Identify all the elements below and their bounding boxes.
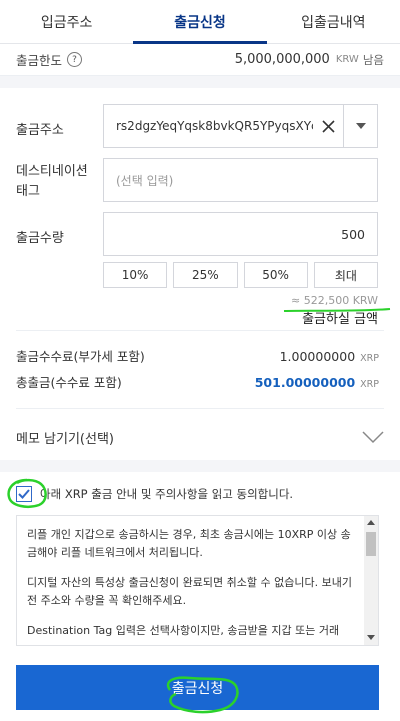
green-scribble-mark — [166, 676, 239, 714]
max-button[interactable]: 최대 — [313, 262, 378, 288]
memo-label: 메모 남기기(선택) — [16, 431, 114, 447]
total-label: 총출금(수수료 포함) — [16, 375, 122, 390]
scroll-down-icon[interactable] — [367, 635, 375, 640]
agree-row: 아래 XRP 출금 안내 및 주의사항을 읽고 동의합니다. — [16, 486, 293, 502]
fee-value: 1.00000000 — [279, 349, 356, 364]
destination-tag-label: 데스티네이션 태그 — [16, 164, 88, 199]
notice-paragraph: 디지털 자산의 특성상 출금신청이 완료되면 취소할 수 없습니다. 보내기 전… — [27, 576, 352, 607]
amount-label: 출금수량 — [16, 231, 64, 246]
limit-label: 출금한도 — [16, 53, 63, 68]
total-row: 총출금(수수료 포함) 501.00000000 XRP — [16, 372, 379, 391]
address-label: 출금주소 — [16, 123, 64, 138]
destination-tag-input[interactable]: (선택 입력) — [103, 158, 378, 202]
notice-scrollbar[interactable] — [364, 516, 378, 645]
tab-bar: 입금주소 출금신청 입출금내역 — [0, 0, 400, 44]
caret-down-icon — [355, 123, 366, 129]
chevron-down-icon — [362, 431, 384, 444]
percent-button-row: 10% 25% 50% 최대 — [103, 262, 378, 288]
notice-box[interactable]: 리플 개인 지갑으로 송금하시는 경우, 최초 송금시에는 10XRP 이상 송… — [16, 515, 379, 646]
fee-label: 출금수수료(부가세 포함) — [16, 349, 145, 364]
address-field[interactable]: rs2dgzYeqYqsk8bvkQR5YPyqsXYcA24 — [103, 104, 378, 148]
amount-input[interactable]: 500 — [103, 212, 378, 256]
tab-history[interactable]: 입출금내역 — [267, 0, 400, 43]
fee-unit: XRP — [360, 353, 379, 364]
total-value: 501.00000000 — [254, 375, 356, 390]
total-unit: XRP — [360, 379, 379, 390]
limit-unit: KRW — [335, 54, 359, 65]
tab-withdraw-request[interactable]: 출금신청 — [133, 0, 267, 44]
tab-deposit-address[interactable]: 입금주소 — [0, 0, 133, 43]
green-underline-mark — [283, 308, 391, 312]
agree-text: 아래 XRP 출금 안내 및 주의사항을 읽고 동의합니다. — [40, 487, 294, 501]
clear-icon[interactable] — [313, 105, 343, 147]
section-divider — [0, 76, 400, 88]
withdraw-limit-row: 출금한도 ? 5,000,000,000 KRW 남음 — [0, 44, 400, 76]
limit-suffix: 남음 — [362, 52, 384, 67]
limit-value: 5,000,000,000 — [234, 52, 330, 67]
percent-50-button[interactable]: 50% — [243, 262, 308, 288]
scroll-thumb[interactable] — [366, 532, 376, 556]
help-icon[interactable]: ? — [67, 52, 83, 67]
memo-toggle[interactable]: 메모 남기기(선택) — [0, 418, 400, 456]
krw-estimate: ≈ 522,500 KRW — [291, 294, 378, 307]
notice-paragraph: 리플 개인 지갑으로 송금하시는 경우, 최초 송금시에는 10XRP 이상 송… — [27, 528, 351, 559]
percent-10-button[interactable]: 10% — [103, 262, 168, 288]
section-divider — [0, 460, 400, 472]
fee-row: 출금수수료(부가세 포함) 1.00000000 XRP — [16, 346, 379, 365]
address-dropdown-button[interactable] — [343, 105, 377, 147]
divider — [16, 408, 384, 409]
green-circle-mark — [7, 478, 47, 508]
scroll-up-icon[interactable] — [367, 520, 375, 525]
percent-25-button[interactable]: 25% — [173, 262, 238, 288]
address-value[interactable]: rs2dgzYeqYqsk8bvkQR5YPyqsXYcA24 — [104, 119, 313, 133]
notice-paragraph: Destination Tag 입력은 선택사항이지만, 송금받을 지갑 또는 … — [27, 624, 340, 637]
divider — [16, 330, 384, 331]
